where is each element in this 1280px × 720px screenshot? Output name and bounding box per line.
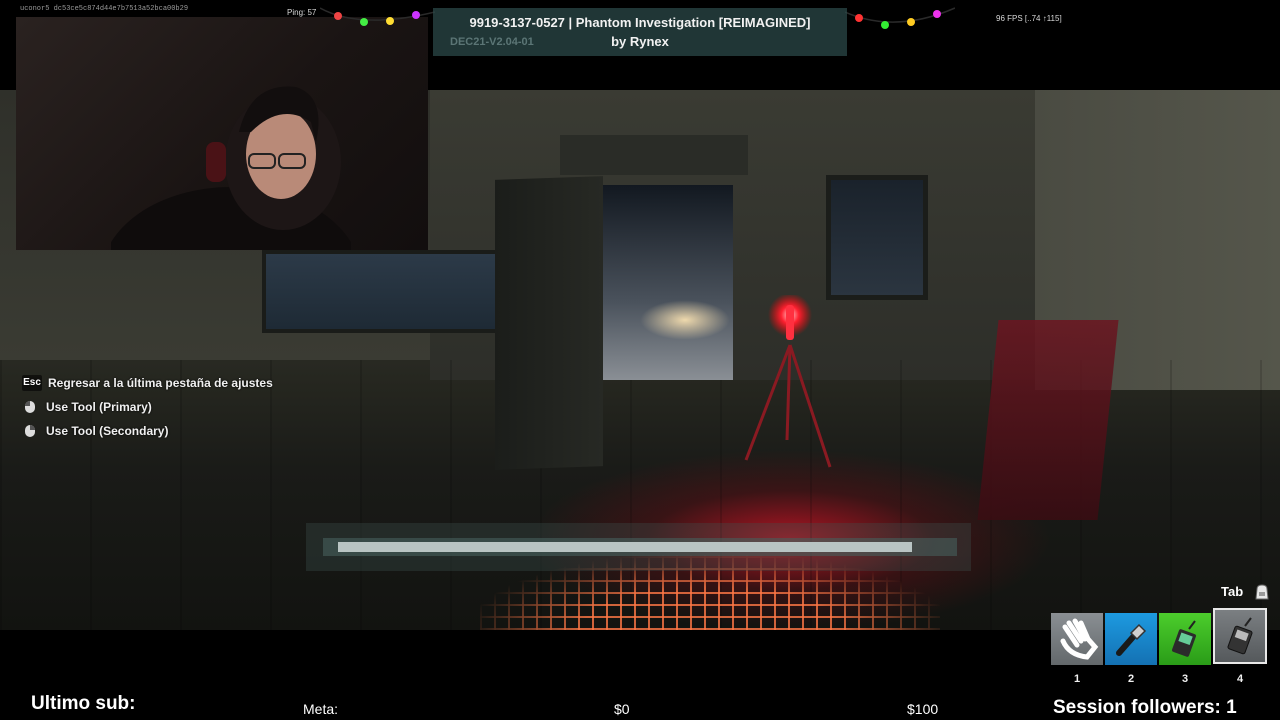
hint-secondary-label: Use Tool (Secondary) bbox=[46, 424, 169, 438]
scene-window-right bbox=[826, 175, 928, 300]
hint-esc-label: Regresar a la última pestaña de ajustes bbox=[48, 376, 273, 390]
webcam-overlay bbox=[16, 17, 428, 250]
spirit-box-icon bbox=[1227, 617, 1253, 655]
hint-primary: Use Tool (Primary) bbox=[22, 395, 273, 419]
hint-secondary: Use Tool (Secondary) bbox=[22, 419, 273, 443]
christmas-lights-left bbox=[320, 7, 435, 26]
session-followers: Session followers: 1 bbox=[1053, 697, 1237, 718]
emf-reader-icon bbox=[1172, 620, 1196, 657]
mouse-left-click-icon bbox=[25, 400, 35, 413]
scene-open-door bbox=[495, 176, 603, 470]
slot-number-2: 2 bbox=[1127, 673, 1135, 685]
goal-label: Meta: bbox=[303, 701, 339, 717]
flashlight-icon bbox=[1116, 623, 1147, 656]
goal-current: $0 bbox=[614, 701, 630, 717]
island-author: by Rynex bbox=[611, 34, 669, 49]
red-lamp-tripod bbox=[744, 295, 832, 468]
streamer-silhouette bbox=[111, 86, 351, 250]
island-title-panel: DEC21-V2.04-01 9919-3137-0527 | Phantom … bbox=[433, 8, 847, 56]
scene-doorway bbox=[603, 185, 733, 380]
progress-bar-fill bbox=[338, 542, 912, 552]
tool-slot-3[interactable] bbox=[1159, 613, 1211, 665]
tool-slot-2[interactable] bbox=[1105, 613, 1157, 665]
fps-readout: 96 FPS [..74 ↑115] bbox=[996, 14, 1062, 23]
hand-icon bbox=[1060, 618, 1099, 660]
tab-key-label: Tab bbox=[1221, 584, 1244, 599]
christmas-lights-right bbox=[845, 7, 955, 29]
tool-slot-1[interactable] bbox=[1051, 613, 1103, 665]
island-title: 9919-3137-0527 | Phantom Investigation [… bbox=[469, 15, 811, 30]
control-hints: Esc Regresar a la última pestaña de ajus… bbox=[22, 371, 273, 443]
scene-bookshelf bbox=[977, 320, 1119, 520]
scene-door-light bbox=[640, 300, 730, 340]
slot-number-4: 4 bbox=[1236, 673, 1244, 685]
goal-target: $100 bbox=[907, 701, 939, 717]
scene-door-frame bbox=[560, 135, 748, 175]
hint-esc[interactable]: Esc Regresar a la última pestaña de ajus… bbox=[22, 371, 273, 395]
esc-key-icon: Esc bbox=[22, 375, 42, 391]
last-sub-label: Ultimo sub: bbox=[31, 693, 136, 714]
mouse-right-click-icon bbox=[25, 424, 35, 437]
ping-readout: Ping: 57 bbox=[287, 8, 317, 17]
hint-primary-label: Use Tool (Primary) bbox=[46, 400, 152, 414]
backpack-icon[interactable] bbox=[1252, 582, 1272, 602]
slot-number-3: 3 bbox=[1181, 673, 1189, 685]
tool-slot-4-selected[interactable] bbox=[1213, 608, 1267, 664]
player-id-text: uconor5 dc53ce5c874d44e7b7513a52bca00b29 bbox=[20, 5, 189, 13]
slot-number-1: 1 bbox=[1073, 673, 1081, 685]
scene-window-left bbox=[262, 250, 510, 333]
